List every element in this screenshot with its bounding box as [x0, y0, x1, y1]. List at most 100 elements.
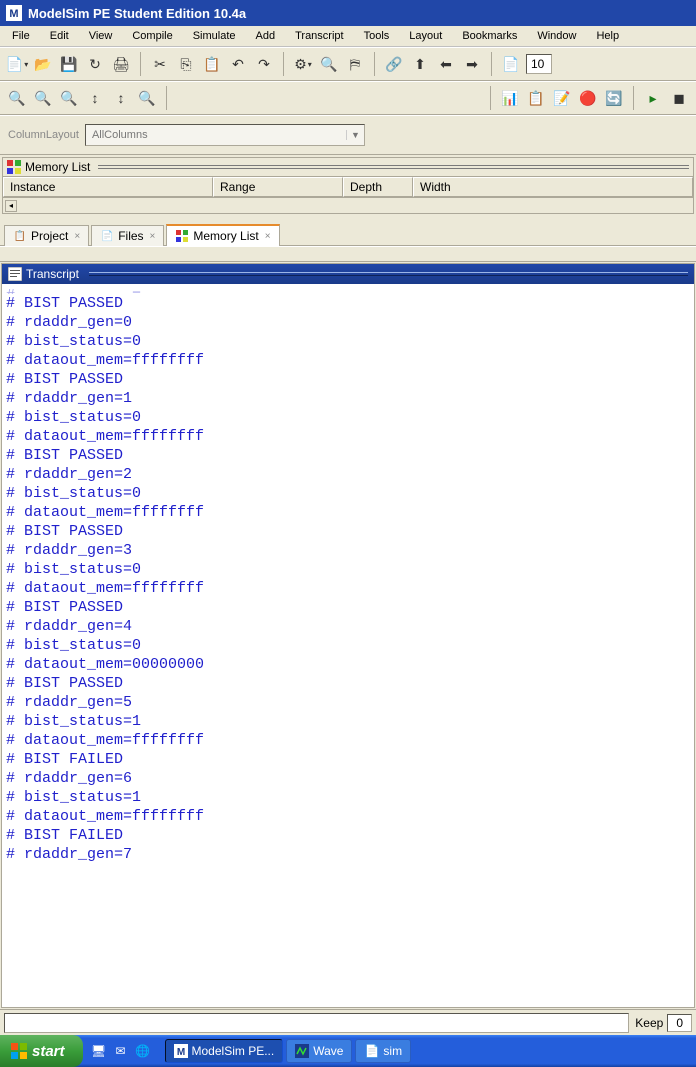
memory-list-title: Memory List: [25, 160, 90, 174]
scroll-left-icon[interactable]: ◂: [5, 200, 17, 212]
menu-simulate[interactable]: Simulate: [185, 28, 244, 44]
separator: [140, 52, 141, 76]
transcript-line: # BIST PASSED: [6, 598, 690, 617]
project-icon: 📋: [13, 229, 27, 243]
paste-icon[interactable]: 📋: [201, 53, 223, 75]
chevron-down-icon[interactable]: ▼: [346, 130, 364, 140]
transcript-line: # rdaddr_gen=2: [6, 465, 690, 484]
tab-label: Memory List: [193, 229, 258, 243]
tab-files[interactable]: 📄 Files ×: [91, 225, 164, 246]
cursor1-icon[interactable]: ↕: [84, 87, 106, 109]
menu-view[interactable]: View: [81, 28, 121, 44]
show-desktop-icon[interactable]: 🖥: [91, 1043, 107, 1059]
task-sim[interactable]: 📄 sim: [355, 1039, 411, 1063]
menu-file[interactable]: File: [4, 28, 38, 44]
close-icon[interactable]: ×: [265, 231, 271, 242]
link-icon[interactable]: 🔗: [383, 53, 405, 75]
transcript-line: # dataout_mem=ffffffff: [6, 579, 690, 598]
task-label: Wave: [313, 1044, 343, 1058]
task-modelsim[interactable]: M ModelSim PE...: [165, 1039, 284, 1063]
transcript-body[interactable]: # --------_---=--------# BIST PASSED# rd…: [2, 284, 694, 1007]
restart-icon[interactable]: 🔄: [603, 87, 625, 109]
log-icon[interactable]: 📝: [551, 87, 573, 109]
wave-icon: [295, 1044, 309, 1058]
tab-project[interactable]: 📋 Project ×: [4, 225, 89, 246]
redo-icon[interactable]: ↷: [253, 53, 275, 75]
stop-icon[interactable]: ◼: [668, 87, 690, 109]
cursor2-icon[interactable]: ↕: [110, 87, 132, 109]
new-file-icon[interactable]: 📄: [6, 53, 28, 75]
menu-transcript[interactable]: Transcript: [287, 28, 352, 44]
left-arrow-icon[interactable]: ⬅: [435, 53, 457, 75]
menu-help[interactable]: Help: [588, 28, 627, 44]
svg-text:M: M: [9, 8, 18, 20]
separator: [490, 86, 491, 110]
transcript-line: # rdaddr_gen=0: [6, 313, 690, 332]
column-depth[interactable]: Depth: [343, 177, 413, 197]
menu-layout[interactable]: Layout: [401, 28, 450, 44]
transcript-line: # dataout_mem=00000000: [6, 655, 690, 674]
cursor3-icon[interactable]: 🔍: [136, 87, 158, 109]
bookmark-icon[interactable]: ⛿: [344, 53, 366, 75]
menu-window[interactable]: Window: [529, 28, 584, 44]
panel-splitter[interactable]: [0, 246, 696, 262]
ie-icon[interactable]: 🌐: [135, 1043, 151, 1059]
wave-icon[interactable]: 📊: [499, 87, 521, 109]
task-wave[interactable]: Wave: [286, 1039, 352, 1063]
tab-label: Project: [31, 229, 68, 243]
column-layout-row: ColumnLayout AllColumns ▼: [0, 115, 696, 155]
memory-list-scrollbar[interactable]: ◂: [3, 197, 693, 213]
menu-tools[interactable]: Tools: [356, 28, 398, 44]
separator: [491, 52, 492, 76]
separator: [166, 86, 167, 110]
transcript-line: # BIST PASSED: [6, 370, 690, 389]
column-layout-combo[interactable]: AllColumns ▼: [85, 124, 365, 146]
run-time-input[interactable]: [526, 54, 552, 74]
run-icon[interactable]: ▸: [642, 87, 664, 109]
break-icon[interactable]: 🔴: [577, 87, 599, 109]
transcript-line: # dataout_mem=ffffffff: [6, 427, 690, 446]
close-icon[interactable]: ×: [74, 231, 80, 242]
modelsim-icon: M: [174, 1044, 188, 1058]
find-icon[interactable]: 🔍: [318, 53, 340, 75]
column-width[interactable]: Width: [413, 177, 693, 197]
open-icon[interactable]: 📂: [32, 53, 54, 75]
list-icon[interactable]: 📋: [525, 87, 547, 109]
undo-icon[interactable]: ↶: [227, 53, 249, 75]
transcript-line: # BIST FAILED: [6, 750, 690, 769]
menu-add[interactable]: Add: [248, 28, 284, 44]
compile-icon[interactable]: ⚙: [292, 53, 314, 75]
zoom-in-icon[interactable]: 🔍: [6, 87, 28, 109]
page-icon[interactable]: 📄: [500, 53, 522, 75]
svg-text:M: M: [176, 1047, 184, 1058]
menu-bar: File Edit View Compile Simulate Add Tran…: [0, 26, 696, 47]
cut-icon[interactable]: ✂: [149, 53, 171, 75]
menu-compile[interactable]: Compile: [124, 28, 180, 44]
zoom-out-icon[interactable]: 🔍: [32, 87, 54, 109]
zoom-full-icon[interactable]: 🔍: [58, 87, 80, 109]
close-icon[interactable]: ×: [150, 231, 156, 242]
keep-label: Keep: [635, 1016, 663, 1030]
refresh-icon[interactable]: ↻: [84, 53, 106, 75]
copy-icon[interactable]: ⎘: [175, 53, 197, 75]
command-input[interactable]: [4, 1013, 629, 1033]
transcript-line: # dataout_mem=ffffffff: [6, 807, 690, 826]
print-icon[interactable]: 🖨: [110, 53, 132, 75]
transcript-line: # bist_status=0: [6, 408, 690, 427]
column-range[interactable]: Range: [213, 177, 343, 197]
menu-bookmarks[interactable]: Bookmarks: [454, 28, 525, 44]
right-arrow-icon[interactable]: ➡: [461, 53, 483, 75]
outlook-icon[interactable]: ✉: [113, 1043, 129, 1059]
separator: [374, 52, 375, 76]
up-arrow-icon[interactable]: ⬆: [409, 53, 431, 75]
save-icon[interactable]: 💾: [58, 53, 80, 75]
column-instance[interactable]: Instance: [3, 177, 213, 197]
start-button[interactable]: start: [0, 1035, 83, 1067]
menu-edit[interactable]: Edit: [42, 28, 77, 44]
transcript-title: Transcript: [26, 267, 79, 281]
tabs-row: 📋 Project × 📄 Files × Memory List ×: [0, 216, 696, 246]
window-title: ModelSim PE Student Edition 10.4a: [28, 6, 246, 21]
tab-memory-list[interactable]: Memory List ×: [166, 224, 279, 246]
transcript-line: # rdaddr_gen=4: [6, 617, 690, 636]
transcript-line: # rdaddr_gen=6: [6, 769, 690, 788]
